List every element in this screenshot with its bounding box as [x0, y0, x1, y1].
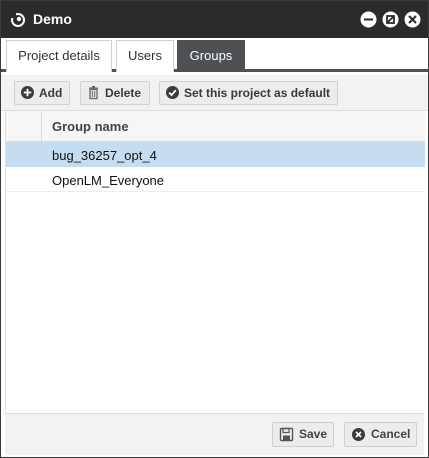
- minimize-icon[interactable]: [360, 11, 377, 28]
- row-selector-header: [6, 111, 42, 142]
- toolbar: Add Delete Set this project as default: [1, 75, 428, 111]
- save-button[interactable]: Save: [272, 422, 334, 447]
- column-header-group-name[interactable]: Group name: [52, 119, 129, 134]
- x-circle-icon: [352, 428, 365, 441]
- footer-bar: Save Cancel: [5, 413, 424, 455]
- trash-icon: [89, 86, 98, 100]
- app-swirl-icon: [11, 13, 25, 27]
- group-name-cell: bug_36257_opt_4: [52, 148, 157, 163]
- groups-grid: Group name bug_36257_opt_4 OpenLM_Everyo…: [5, 111, 425, 413]
- plus-circle-icon: [21, 86, 34, 99]
- delete-label: Delete: [105, 86, 142, 100]
- set-default-label: Set this project as default: [184, 86, 331, 100]
- tab-project-details[interactable]: Project details: [6, 40, 112, 72]
- restore-icon[interactable]: [382, 11, 399, 28]
- tab-groups[interactable]: Groups: [177, 40, 245, 72]
- table-row[interactable]: bug_36257_opt_4: [6, 142, 425, 167]
- add-button[interactable]: Add: [14, 81, 70, 105]
- dialog-window: Demo Project details Users Groups Add De…: [0, 0, 429, 458]
- title-bar: Demo: [1, 1, 428, 38]
- save-label: Save: [299, 427, 328, 441]
- floppy-disk-icon: [279, 427, 294, 442]
- cancel-button[interactable]: Cancel: [344, 422, 417, 447]
- set-default-button[interactable]: Set this project as default: [159, 81, 338, 105]
- tab-bar: Project details Users Groups: [1, 38, 428, 72]
- table-row[interactable]: OpenLM_Everyone: [6, 167, 425, 192]
- tab-users[interactable]: Users: [116, 40, 174, 72]
- cancel-label: Cancel: [371, 427, 411, 441]
- delete-button[interactable]: Delete: [80, 81, 150, 105]
- group-name-cell: OpenLM_Everyone: [52, 173, 165, 188]
- grid-header: Group name: [6, 111, 425, 142]
- add-label: Add: [39, 86, 63, 100]
- window-title: Demo: [33, 11, 72, 27]
- close-icon[interactable]: [404, 11, 421, 28]
- check-circle-icon: [166, 86, 179, 99]
